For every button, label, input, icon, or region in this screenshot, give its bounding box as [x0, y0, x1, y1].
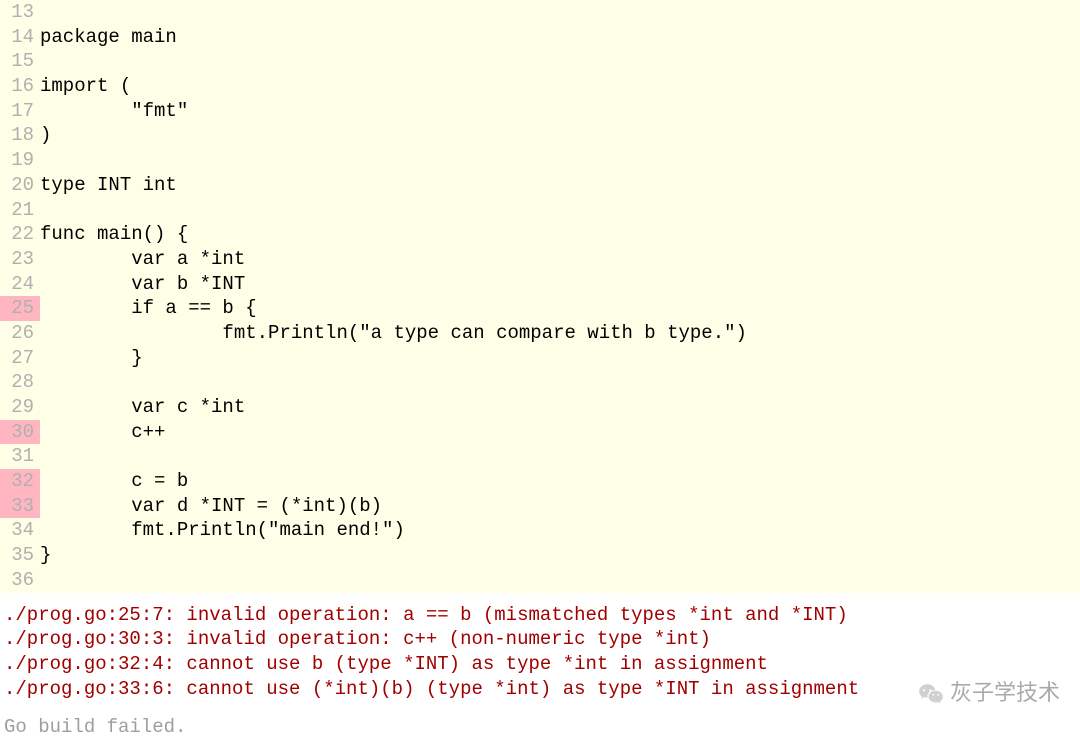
code-line: 18) — [0, 123, 1080, 148]
code-line: 27 } — [0, 346, 1080, 371]
line-number: 24 — [0, 272, 40, 297]
line-number: 29 — [0, 395, 40, 420]
code-line: 35} — [0, 543, 1080, 568]
code-line: 36 — [0, 568, 1080, 593]
line-number: 17 — [0, 99, 40, 124]
compiler-error: ./prog.go:30:3: invalid operation: c++ (… — [4, 627, 1076, 652]
line-number: 33 — [0, 494, 40, 519]
line-number: 15 — [0, 49, 40, 74]
compiler-output: ./prog.go:25:7: invalid operation: a == … — [0, 593, 1080, 744]
code-text: var a *int — [40, 247, 1080, 272]
line-number: 18 — [0, 123, 40, 148]
code-line: 19 — [0, 148, 1080, 173]
code-text: fmt.Println("a type can compare with b t… — [40, 321, 1080, 346]
line-number: 23 — [0, 247, 40, 272]
code-line: 33 var d *INT = (*int)(b) — [0, 494, 1080, 519]
line-number: 26 — [0, 321, 40, 346]
code-text: "fmt" — [40, 99, 1080, 124]
code-editor: 1314package main1516import (17 "fmt"18)1… — [0, 0, 1080, 593]
line-number: 25 — [0, 296, 40, 321]
code-line: 17 "fmt" — [0, 99, 1080, 124]
line-number: 36 — [0, 568, 40, 593]
line-number: 35 — [0, 543, 40, 568]
code-line: 24 var b *INT — [0, 272, 1080, 297]
code-text: var b *INT — [40, 272, 1080, 297]
code-line: 31 — [0, 444, 1080, 469]
code-line: 32 c = b — [0, 469, 1080, 494]
line-number: 19 — [0, 148, 40, 173]
code-line: 21 — [0, 198, 1080, 223]
code-text: if a == b { — [40, 296, 1080, 321]
code-text: c++ — [40, 420, 1080, 445]
line-number: 28 — [0, 370, 40, 395]
line-number: 14 — [0, 25, 40, 50]
line-number: 16 — [0, 74, 40, 99]
line-number: 32 — [0, 469, 40, 494]
code-line: 25 if a == b { — [0, 296, 1080, 321]
code-text: package main — [40, 25, 1080, 50]
code-line: 30 c++ — [0, 420, 1080, 445]
code-line: 26 fmt.Println("a type can compare with … — [0, 321, 1080, 346]
code-line: 16import ( — [0, 74, 1080, 99]
code-text: var c *int — [40, 395, 1080, 420]
code-line: 34 fmt.Println("main end!") — [0, 518, 1080, 543]
line-number: 13 — [0, 0, 40, 25]
line-number: 27 — [0, 346, 40, 371]
code-line: 29 var c *int — [0, 395, 1080, 420]
line-number: 20 — [0, 173, 40, 198]
code-line: 23 var a *int — [0, 247, 1080, 272]
code-text: } — [40, 543, 1080, 568]
code-line: 14package main — [0, 25, 1080, 50]
code-line: 13 — [0, 0, 1080, 25]
compiler-error: ./prog.go:33:6: cannot use (*int)(b) (ty… — [4, 677, 1076, 702]
code-text: type INT int — [40, 173, 1080, 198]
code-line: 20type INT int — [0, 173, 1080, 198]
code-text: c = b — [40, 469, 1080, 494]
code-line: 15 — [0, 49, 1080, 74]
line-number: 30 — [0, 420, 40, 445]
line-number: 34 — [0, 518, 40, 543]
code-text: func main() { — [40, 222, 1080, 247]
code-text: } — [40, 346, 1080, 371]
compiler-error: ./prog.go:32:4: cannot use b (type *INT)… — [4, 652, 1076, 677]
code-text: fmt.Println("main end!") — [40, 518, 1080, 543]
compiler-error: ./prog.go:25:7: invalid operation: a == … — [4, 603, 1076, 628]
build-status: Go build failed. — [4, 715, 1076, 740]
code-text: import ( — [40, 74, 1080, 99]
line-number: 21 — [0, 198, 40, 223]
code-line: 28 — [0, 370, 1080, 395]
line-number: 31 — [0, 444, 40, 469]
line-number: 22 — [0, 222, 40, 247]
code-line: 22func main() { — [0, 222, 1080, 247]
code-text: var d *INT = (*int)(b) — [40, 494, 1080, 519]
code-text: ) — [40, 123, 1080, 148]
